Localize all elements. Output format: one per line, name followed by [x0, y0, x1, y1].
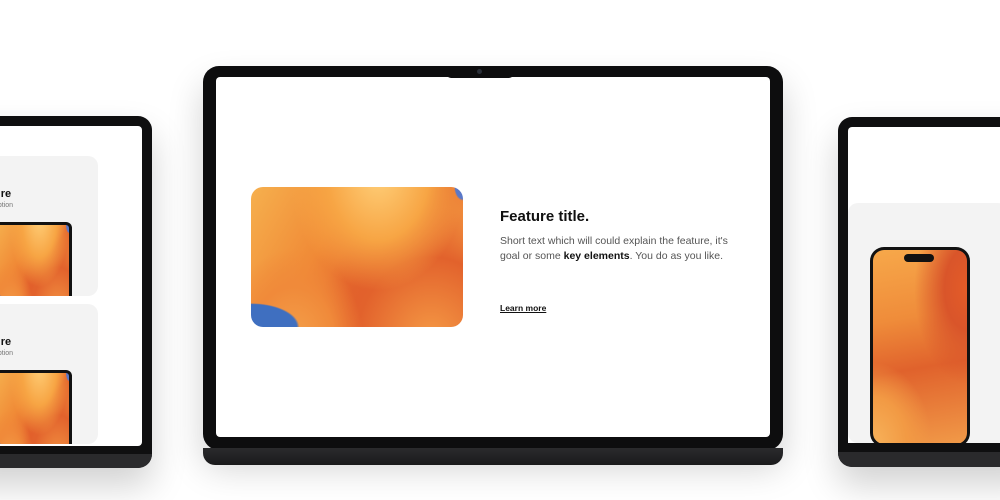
- right-tablet-base: [838, 452, 1000, 467]
- left-tablet-screen: ure ription ure ription: [0, 126, 142, 446]
- dynamic-island: [904, 254, 934, 262]
- right-tablet-screen: [848, 127, 1000, 443]
- learn-more-link[interactable]: Learn more: [500, 303, 546, 313]
- camera-dot-icon: [477, 69, 482, 74]
- mini-tablet-image: [0, 222, 72, 296]
- feature-description: Short text which will could explain the …: [500, 234, 740, 264]
- left-feature-card[interactable]: ure ription: [0, 304, 98, 444]
- mini-tablet-image: [0, 370, 72, 444]
- left-card-description: ription: [0, 202, 14, 209]
- feature-image: [251, 187, 463, 327]
- phone-image: [870, 247, 970, 443]
- feature-title: Feature title.: [500, 208, 590, 225]
- left-tablet-base: [0, 454, 152, 468]
- left-card-title: ure: [0, 188, 12, 200]
- left-tablet-device: ure ription ure ription: [0, 116, 152, 468]
- left-card-description: ription: [0, 350, 14, 357]
- left-feature-card[interactable]: ure ription: [0, 156, 98, 296]
- left-card-title: ure: [0, 336, 12, 348]
- laptop-notch: [446, 66, 514, 78]
- right-feature-card[interactable]: [848, 203, 1000, 443]
- feature-description-text-end: . You do as you like.: [629, 250, 723, 262]
- laptop-screen: Feature title. Short text which will cou…: [216, 77, 770, 437]
- feature-description-bold: key elements: [563, 250, 630, 262]
- laptop-base: [203, 448, 783, 465]
- right-tablet-device: [838, 117, 1000, 467]
- laptop-device: Feature title. Short text which will cou…: [203, 66, 783, 450]
